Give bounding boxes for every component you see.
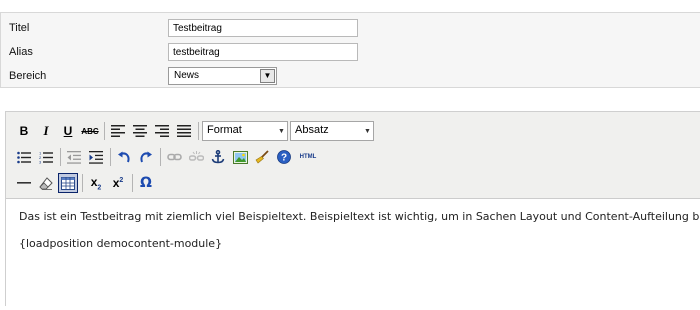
align-center-button[interactable] bbox=[130, 121, 150, 141]
anchor-button[interactable] bbox=[208, 147, 228, 167]
italic-icon: I bbox=[43, 123, 49, 138]
editor-toolbar: B I U ABC Format ▼ Absatz ▼ 1 2 3 ? HTML… bbox=[6, 112, 700, 199]
horizontal-rule-button[interactable] bbox=[14, 173, 34, 193]
align-right-icon bbox=[155, 125, 169, 137]
outdent-icon bbox=[67, 150, 81, 164]
undo-button[interactable] bbox=[114, 147, 134, 167]
special-character-button[interactable]: Ω bbox=[136, 173, 156, 193]
paragraph-select[interactable]: Absatz ▼ bbox=[290, 121, 374, 141]
alias-row: Alias bbox=[1, 42, 700, 62]
strikethrough-button[interactable]: ABC bbox=[80, 121, 100, 141]
alias-input[interactable] bbox=[168, 43, 358, 61]
toolbar-row-3: x2 x2 Ω bbox=[14, 172, 158, 194]
format-select-value: Format bbox=[207, 124, 242, 136]
align-justify-icon bbox=[177, 125, 191, 137]
content-paragraph: {loadposition democontent-module} bbox=[19, 237, 223, 250]
underline-button[interactable]: U bbox=[58, 121, 78, 141]
strikethrough-icon: ABC bbox=[81, 126, 99, 136]
svg-text:3: 3 bbox=[39, 159, 42, 164]
bullet-list-button[interactable] bbox=[14, 147, 34, 167]
toolbar-separator bbox=[82, 174, 83, 192]
toolbar-separator bbox=[198, 122, 199, 140]
omega-icon: Ω bbox=[140, 175, 152, 191]
superscript-icon: x2 bbox=[112, 176, 124, 190]
help-icon: ? bbox=[277, 150, 291, 164]
superscript-button[interactable]: x2 bbox=[108, 173, 128, 193]
svg-text:?: ? bbox=[281, 153, 287, 164]
paragraph-select-value: Absatz bbox=[295, 124, 329, 136]
broom-icon bbox=[255, 150, 269, 164]
content-paragraph: Das ist ein Testbeitrag mit ziemlich vie… bbox=[19, 210, 700, 223]
title-input[interactable] bbox=[168, 19, 358, 37]
html-source-button[interactable]: HTML bbox=[296, 147, 320, 167]
align-justify-button[interactable] bbox=[174, 121, 194, 141]
wysiwyg-editor: B I U ABC Format ▼ Absatz ▼ 1 2 3 ? HTML… bbox=[5, 111, 700, 310]
italic-button[interactable]: I bbox=[36, 121, 56, 141]
align-center-icon bbox=[133, 125, 147, 137]
cleanup-button[interactable] bbox=[252, 147, 272, 167]
section-label: Bereich bbox=[9, 70, 47, 82]
image-icon bbox=[232, 150, 248, 164]
help-button[interactable]: ? bbox=[274, 147, 294, 167]
toolbar-separator bbox=[132, 174, 133, 192]
section-row: Bereich News ▼ bbox=[1, 66, 700, 86]
unlink-icon bbox=[188, 150, 204, 161]
toolbar-separator bbox=[104, 122, 105, 140]
anchor-icon bbox=[211, 150, 225, 164]
remove-format-button[interactable] bbox=[36, 173, 56, 193]
article-details-panel: Titel Alias Bereich News ▼ bbox=[0, 12, 700, 88]
bold-button[interactable]: B bbox=[14, 121, 34, 141]
underline-icon: U bbox=[63, 124, 73, 138]
align-left-icon bbox=[111, 125, 125, 137]
title-label: Titel bbox=[9, 22, 30, 34]
subscript-button[interactable]: x2 bbox=[86, 173, 106, 193]
numbered-list-icon: 123 bbox=[39, 151, 53, 164]
section-select-value: News bbox=[174, 70, 200, 81]
subscript-icon: x2 bbox=[90, 174, 102, 192]
outdent-button[interactable] bbox=[64, 147, 84, 167]
align-left-button[interactable] bbox=[108, 121, 128, 141]
title-row: Titel bbox=[1, 18, 700, 38]
redo-button[interactable] bbox=[136, 147, 156, 167]
chevron-down-icon[interactable]: ▼ bbox=[260, 69, 275, 83]
unlink-button[interactable] bbox=[186, 147, 206, 167]
section-select[interactable]: News ▼ bbox=[168, 67, 277, 85]
html-source-label: HTML bbox=[299, 154, 317, 160]
table-grid-icon bbox=[61, 176, 75, 190]
format-select[interactable]: Format ▼ bbox=[202, 121, 288, 141]
insert-image-button[interactable] bbox=[230, 147, 250, 167]
toolbar-separator bbox=[160, 148, 161, 166]
editor-content[interactable]: Das ist ein Testbeitrag mit ziemlich vie… bbox=[6, 200, 700, 310]
insert-link-button[interactable] bbox=[164, 147, 184, 167]
undo-icon bbox=[118, 151, 130, 162]
bold-icon: B bbox=[19, 124, 29, 138]
link-icon bbox=[166, 153, 182, 161]
align-right-button[interactable] bbox=[152, 121, 172, 141]
toolbar-row-2: 123 ? HTML bbox=[14, 146, 322, 168]
toolbar-separator bbox=[110, 148, 111, 166]
indent-button[interactable] bbox=[86, 147, 106, 167]
toolbar-row-1: B I U ABC Format ▼ Absatz ▼ bbox=[14, 120, 374, 142]
toolbar-separator bbox=[60, 148, 61, 166]
chevron-down-icon: ▼ bbox=[364, 127, 371, 135]
redo-icon bbox=[140, 151, 152, 162]
chevron-down-icon: ▼ bbox=[278, 127, 285, 135]
visual-aid-button[interactable] bbox=[58, 173, 78, 193]
bullet-list-icon bbox=[17, 151, 31, 163]
horizontal-rule-icon bbox=[17, 182, 31, 184]
alias-label: Alias bbox=[9, 46, 33, 58]
eraser-icon bbox=[39, 176, 53, 190]
numbered-list-button[interactable]: 123 bbox=[36, 147, 56, 167]
indent-icon bbox=[89, 150, 103, 164]
